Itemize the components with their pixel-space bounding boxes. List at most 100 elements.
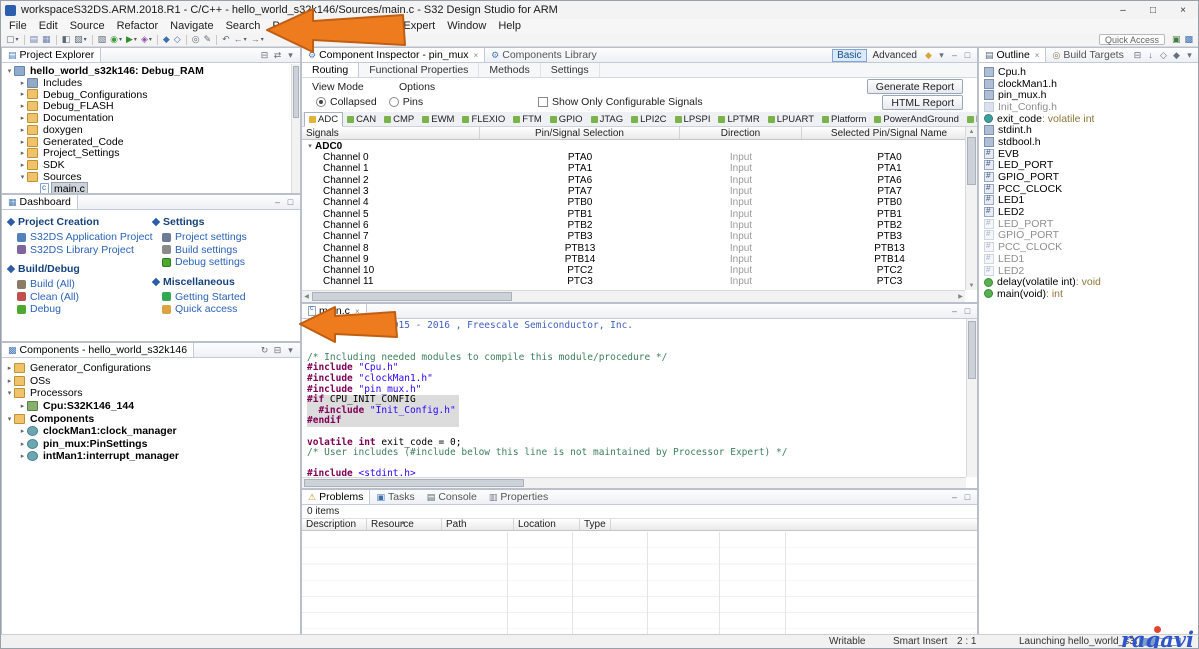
tree-item[interactable]: ▸ Includes [2, 77, 300, 89]
tree-item[interactable]: ▸ doxygen [2, 124, 300, 136]
close-button[interactable]: × [1168, 1, 1198, 19]
tree-item[interactable]: ▸ Debug_Configurations [2, 89, 300, 101]
outline-item[interactable]: pin_mux.h [979, 89, 1199, 101]
tree-item[interactable]: ▸ clockMan1:clock_manager [2, 425, 300, 438]
tab-build-targets[interactable]: ◎ Build Targets [1046, 48, 1129, 62]
tree-item[interactable]: ▸ Generated_Code [2, 136, 300, 148]
column-header[interactable]: Signals [302, 127, 480, 139]
column-header[interactable]: Pin/Signal Selection [480, 127, 680, 139]
dashboard-link[interactable]: S32DS Application Project [8, 231, 153, 244]
outline-item[interactable]: exit_code : volatile int [979, 113, 1199, 125]
back-dropdown[interactable]: ← ▾ [232, 33, 249, 46]
tree-item[interactable]: ▾ Sources [2, 171, 300, 183]
maximize-icon[interactable]: □ [961, 50, 974, 61]
signal-row[interactable]: Channel 5 PTB1 Input PTB1 [302, 208, 977, 219]
new-wizard-dropdown[interactable]: ▢ ▾ [4, 33, 21, 46]
outline-item[interactable]: stdbool.h [979, 136, 1199, 148]
show-configurable-checkbox[interactable] [538, 97, 548, 107]
scroll-up-icon[interactable]: ▲ [966, 127, 977, 136]
project-explorer-scrollbar[interactable] [291, 64, 300, 193]
advanced-link[interactable]: Advanced [869, 49, 921, 62]
outline-item[interactable]: GPIO_PORT [979, 230, 1199, 242]
tree-item[interactable]: ▸ Debug_FLASH [2, 100, 300, 112]
maximize-button[interactable]: □ [1138, 1, 1168, 19]
signal-row[interactable]: Channel 6 PTB2 Input PTB2 [302, 220, 977, 231]
tab-lptmr[interactable]: LPTMR [714, 112, 763, 127]
editor-hscrollbar[interactable] [302, 477, 966, 488]
outline-item[interactable]: clockMan1.h [979, 78, 1199, 90]
tab-powerandground[interactable]: PowerAndGround [870, 112, 963, 127]
dashboard-link[interactable]: Project settings [153, 231, 298, 244]
column-header[interactable]: Path [442, 519, 514, 530]
tab-gpio[interactable]: GPIO [546, 112, 587, 127]
menu-item[interactable]: Edit [33, 19, 64, 33]
menu-item[interactable]: File [3, 19, 33, 33]
tab-tasks[interactable]: ▣ Tasks [370, 490, 420, 504]
debug-dropdown[interactable]: ◉ ▾ [108, 33, 124, 46]
signal-row[interactable]: Channel 2 PTA6 Input PTA6 [302, 175, 977, 186]
tab-console[interactable]: ▤ Console [421, 490, 483, 504]
tab-ftm[interactable]: FTM [509, 112, 546, 127]
dashboard-link[interactable]: Debug settings [153, 256, 298, 269]
tab-project-explorer[interactable]: ▤ Project Explorer [2, 48, 101, 62]
editor-vscrollbar[interactable] [966, 319, 977, 477]
close-icon[interactable]: × [1035, 51, 1040, 60]
tree-item[interactable]: ▸ Generator_Configurations [2, 362, 300, 375]
close-icon[interactable]: × [474, 51, 479, 60]
tab-rtc[interactable]: RTC [963, 112, 978, 127]
table-vscrollbar[interactable]: ▲ ▼ [965, 127, 977, 290]
tab-flexio[interactable]: FLEXIO [458, 112, 509, 127]
signal-row[interactable]: Channel 3 PTA7 Input PTA7 [302, 186, 977, 197]
dashboard-link[interactable]: Debug [8, 303, 153, 316]
tree-item[interactable]: ▸ intMan1:interrupt_manager [2, 450, 300, 463]
tab-lpuart[interactable]: LPUART [764, 112, 818, 127]
annotation-icon[interactable]: ✎ [202, 33, 214, 46]
scrollbar-thumb[interactable] [293, 66, 299, 118]
tab-ewm[interactable]: EWM [418, 112, 458, 127]
signal-row[interactable]: Channel 4 PTB0 Input PTB0 [302, 197, 977, 208]
column-header[interactable]: Description [302, 519, 367, 530]
outline-item[interactable]: LED_PORT [979, 160, 1199, 172]
signal-group-row[interactable]: ▾ ADC0 [302, 140, 977, 152]
collapse-all-icon[interactable]: ⊟ [1131, 50, 1144, 61]
column-header[interactable]: Direction [680, 127, 802, 139]
component-icon[interactable]: ◇ [172, 33, 183, 46]
dashboard-link[interactable]: Build (All) [8, 278, 153, 291]
run-dropdown[interactable]: ▶ ▾ [124, 33, 139, 46]
maximize-icon[interactable]: □ [961, 492, 974, 502]
tab-platform[interactable]: Platform [818, 112, 870, 127]
outline-item[interactable]: LED1 [979, 253, 1199, 265]
sort-icon[interactable]: ↓ [1144, 50, 1157, 60]
tab-components[interactable]: ▩ Components - hello_world_s32k146 [2, 343, 194, 357]
menu-item[interactable]: Navigate [164, 19, 219, 33]
outline-item[interactable]: Init_Config.h [979, 101, 1199, 113]
table-hscrollbar[interactable]: ◀ ▶ [302, 290, 965, 302]
perspective-debug-icon[interactable]: ▣ [1170, 33, 1183, 46]
collapsed-radio[interactable] [316, 97, 326, 107]
build-all-icon[interactable]: ◧ [60, 33, 73, 46]
menu-item[interactable]: Source [64, 19, 111, 33]
dashboard-link[interactable]: Clean (All) [8, 291, 153, 304]
last-edit-location-icon[interactable]: ↶ [220, 33, 232, 46]
outline-item[interactable]: main(void) : int [979, 288, 1199, 300]
scroll-right-icon[interactable]: ▶ [956, 291, 965, 302]
tab-lpi2c[interactable]: LPI2C [627, 112, 670, 127]
search-icon[interactable]: ◎ [190, 33, 202, 46]
tree-item[interactable]: ▸ pin_mux:PinSettings [2, 438, 300, 451]
outline-item[interactable]: GPIO_PORT [979, 171, 1199, 183]
perspective-cpp-icon[interactable]: ▩ [1182, 33, 1195, 46]
outline-item[interactable]: Cpu.h [979, 66, 1199, 78]
subtab-methods[interactable]: Methods [479, 63, 540, 77]
minimize-icon[interactable]: – [948, 306, 961, 316]
tree-item[interactable]: ▸ Cpu:S32K146_144 [2, 400, 300, 413]
collapse-all-icon[interactable]: ⊟ [271, 345, 284, 356]
maximize-icon[interactable]: □ [961, 306, 974, 316]
refresh-icon[interactable]: ↻ [258, 345, 271, 356]
generate-report-button[interactable]: Generate Report [867, 79, 963, 94]
menu-item[interactable]: Help [492, 19, 527, 33]
save-icon[interactable]: ▤ [28, 33, 41, 46]
tree-item[interactable]: ▾ hello_world_s32k146: Debug_RAM [2, 65, 300, 77]
subtab-routing[interactable]: Routing [302, 63, 359, 77]
tree-item[interactable]: ▸ OSs [2, 375, 300, 388]
outline-item[interactable]: delay(volatile int) : void [979, 276, 1199, 288]
